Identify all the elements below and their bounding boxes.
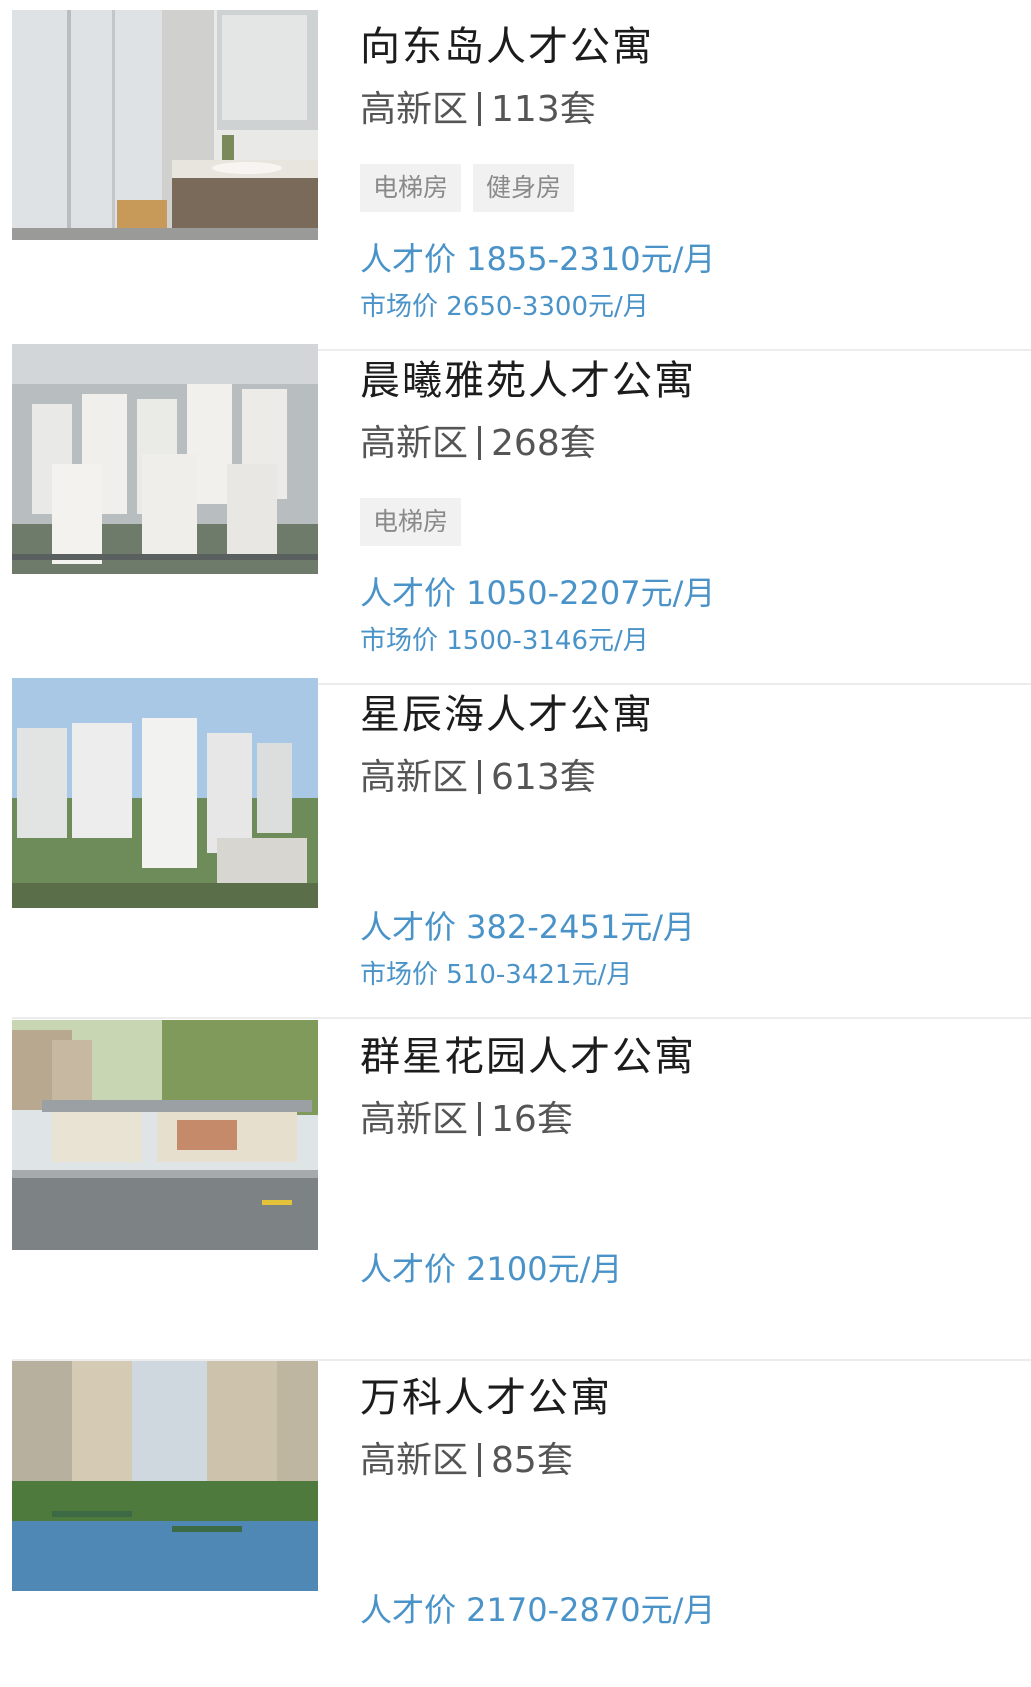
listing-units: 113套 (491, 89, 596, 130)
listing-photo-towers[interactable] (12, 678, 318, 908)
meta-separator (478, 426, 482, 460)
listing-title: 星辰海人才公寓 (360, 692, 654, 738)
listing-photo-bus-stop[interactable] (12, 1020, 318, 1250)
listing-card[interactable]: 群星花园人才公寓 高新区 16套 人才价 2100元/月 (0, 1010, 1031, 1366)
listing-card[interactable]: 万科人才公寓 高新区 85套 人才价 2170-2870元/月 (0, 1351, 1031, 1687)
listing-title: 向东岛人才公寓 (360, 24, 654, 70)
tag-badge: 电梯房 (360, 498, 462, 546)
listing-units: 16套 (491, 1099, 573, 1140)
listing-district: 高新区 (360, 1099, 469, 1140)
listing-meta: 高新区 16套 (360, 1090, 573, 1142)
listing-photo-bathroom[interactable] (12, 10, 318, 240)
listing-photo-courtyard[interactable] (12, 1361, 318, 1591)
talent-price: 人才价 382-2451元/月 (360, 908, 696, 946)
listing-card[interactable]: 星辰海人才公寓 高新区 613套 人才价 382-2451元/月 市场价 510-… (0, 668, 1031, 1024)
listing-meta: 高新区 613套 (360, 748, 596, 800)
listing-photo-aerial[interactable] (12, 344, 318, 574)
listing-district: 高新区 (360, 89, 469, 130)
market-price: 市场价 510-3421元/月 (360, 960, 633, 990)
listing-units: 85套 (491, 1440, 573, 1481)
listing-title: 群星花园人才公寓 (360, 1034, 696, 1080)
meta-separator (478, 1102, 482, 1136)
listing-card[interactable]: 向东岛人才公寓 高新区 113套 电梯房 健身房 人才价 1855-2310元/月 … (0, 0, 1031, 356)
meta-separator (478, 92, 482, 126)
listing-district: 高新区 (360, 1440, 469, 1481)
listing-title: 晨曦雅苑人才公寓 (360, 358, 696, 404)
listing-meta: 高新区 85套 (360, 1431, 573, 1483)
listing-card[interactable]: 晨曦雅苑人才公寓 高新区 268套 电梯房 人才价 1050-2207元/月 市场… (0, 334, 1031, 690)
listing-tags: 电梯房 (360, 498, 473, 546)
listing-meta: 高新区 113套 (360, 80, 596, 132)
listing-units: 268套 (491, 423, 596, 464)
listing-meta: 高新区 268套 (360, 414, 596, 466)
talent-price: 人才价 1855-2310元/月 (360, 240, 716, 278)
listing-tags: 电梯房 健身房 (360, 164, 586, 212)
apartment-list: 向东岛人才公寓 高新区 113套 电梯房 健身房 人才价 1855-2310元/月 … (0, 0, 1031, 1687)
tag-badge: 电梯房 (360, 164, 462, 212)
talent-price: 人才价 2100元/月 (360, 1250, 623, 1288)
market-price: 市场价 2650-3300元/月 (360, 292, 649, 322)
market-price: 市场价 1500-3146元/月 (360, 626, 649, 656)
tag-badge: 健身房 (473, 164, 575, 212)
meta-separator (478, 1443, 482, 1477)
meta-separator (478, 760, 482, 794)
talent-price: 人才价 1050-2207元/月 (360, 574, 716, 612)
talent-price: 人才价 2170-2870元/月 (360, 1591, 716, 1629)
listing-title: 万科人才公寓 (360, 1375, 612, 1421)
listing-district: 高新区 (360, 757, 469, 798)
listing-district: 高新区 (360, 423, 469, 464)
listing-units: 613套 (491, 757, 596, 798)
